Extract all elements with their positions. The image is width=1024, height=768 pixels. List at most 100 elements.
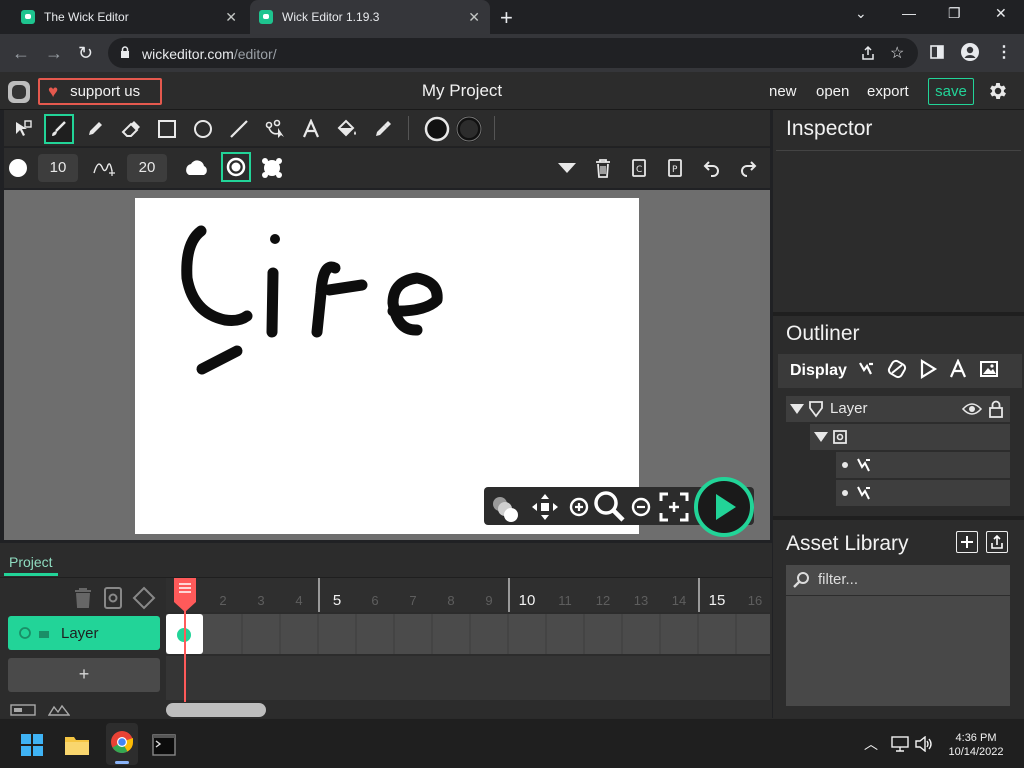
- eraser-tool-icon[interactable]: [116, 114, 146, 144]
- close-tab-icon[interactable]: ✕: [468, 9, 480, 26]
- settings-gear-icon[interactable]: [987, 80, 1009, 102]
- timeline-layer-row[interactable]: Layer: [8, 616, 160, 650]
- copy-icon[interactable]: C: [631, 158, 647, 178]
- file-explorer-icon[interactable]: [64, 734, 90, 756]
- brush-mode-active-button[interactable]: [221, 152, 251, 182]
- clip-filter-icon[interactable]: [887, 359, 907, 379]
- reload-icon[interactable]: ↻: [78, 43, 93, 64]
- profile-avatar-icon[interactable]: [960, 42, 980, 62]
- canvas-drawing-life[interactable]: [135, 198, 639, 534]
- zoom-out-icon[interactable]: [630, 496, 652, 518]
- brush-mode-cloud-icon[interactable]: [184, 157, 210, 179]
- brush-size-icon: [9, 159, 27, 177]
- layer-frames-track[interactable]: [166, 614, 770, 654]
- fit-to-screen-icon[interactable]: [658, 491, 690, 523]
- undo-icon[interactable]: [702, 158, 722, 178]
- svg-text:C: C: [636, 165, 642, 175]
- bookmark-star-icon[interactable]: ☆: [890, 43, 904, 63]
- project-title[interactable]: My Project: [362, 81, 562, 101]
- zoom-in-small-icon[interactable]: [568, 496, 590, 518]
- tab-search-icon[interactable]: ⌄: [855, 5, 867, 22]
- waveform-toggle-icon[interactable]: [48, 704, 70, 716]
- path-filter-icon[interactable]: [857, 360, 877, 380]
- pencil-tool-icon[interactable]: [80, 114, 110, 144]
- panel-divider: [773, 516, 1024, 520]
- project-canvas[interactable]: [135, 198, 639, 534]
- windows-start-icon[interactable]: [21, 734, 43, 756]
- brush-mode-burst-icon[interactable]: [260, 156, 284, 180]
- outliner-path-row[interactable]: [836, 480, 1010, 506]
- delete-layer-icon[interactable]: [74, 587, 92, 609]
- timeline-horizontal-scrollbar[interactable]: [166, 703, 266, 717]
- outliner-layer-row[interactable]: Layer: [786, 396, 1010, 422]
- terminal-icon[interactable]: [152, 734, 176, 756]
- back-icon[interactable]: ←: [12, 43, 30, 64]
- browser-tab-wick-editor[interactable]: The Wick Editor ✕: [12, 0, 247, 34]
- text-filter-icon[interactable]: [948, 359, 968, 379]
- dropdown-arrow-icon[interactable]: [557, 162, 577, 174]
- add-keyframe-icon[interactable]: [132, 586, 156, 610]
- minimize-icon[interactable]: —: [902, 5, 916, 21]
- fill-color-swatch-icon[interactable]: [422, 114, 452, 144]
- rectangle-tool-icon[interactable]: [152, 114, 182, 144]
- add-layer-button[interactable]: +: [8, 658, 160, 692]
- brush-tool-icon[interactable]: [44, 114, 74, 144]
- timeline-view-toggle-icon[interactable]: [10, 704, 36, 716]
- onion-skin-icon[interactable]: [490, 493, 520, 523]
- line-tool-icon[interactable]: [224, 114, 254, 144]
- chrome-taskbar-button[interactable]: [106, 723, 138, 765]
- add-tween-icon[interactable]: [104, 587, 122, 609]
- brush-smoothing-input[interactable]: 20: [127, 154, 167, 182]
- share-icon[interactable]: [860, 45, 876, 61]
- frame-number: 16: [747, 593, 763, 608]
- ellipse-tool-icon[interactable]: [188, 114, 218, 144]
- delete-trash-icon[interactable]: [595, 158, 611, 178]
- visibility-eye-icon[interactable]: [962, 402, 982, 416]
- cursor-tool-icon[interactable]: [8, 114, 38, 144]
- expand-arrow-icon[interactable]: [790, 404, 804, 414]
- layer-lock-icon[interactable]: [38, 628, 50, 638]
- forward-icon[interactable]: →: [45, 43, 63, 64]
- layer-visibility-icon[interactable]: [18, 627, 32, 639]
- browser-tab-wick-editor-version[interactable]: Wick Editor 1.19.3 ✕: [250, 0, 490, 34]
- url-omnibox[interactable]: wickeditor.com/editor/ ☆: [108, 38, 918, 68]
- outliner-path-row[interactable]: [836, 452, 1010, 478]
- save-button[interactable]: save: [928, 78, 974, 105]
- upload-asset-button[interactable]: [986, 531, 1008, 553]
- pan-move-icon[interactable]: [530, 492, 560, 522]
- support-us-button[interactable]: ♥ support us: [38, 78, 162, 105]
- zoom-magnifier-icon[interactable]: [592, 489, 626, 523]
- close-window-icon[interactable]: ✕: [995, 5, 1007, 22]
- eyedropper-tool-icon[interactable]: [368, 114, 398, 144]
- play-preview-button[interactable]: [694, 477, 754, 537]
- fill-bucket-tool-icon[interactable]: [332, 114, 362, 144]
- lock-layer-icon[interactable]: [988, 400, 1004, 418]
- path-cursor-tool-icon[interactable]: [260, 114, 290, 144]
- tray-chevron-icon[interactable]: ︿: [864, 734, 878, 754]
- import-asset-button[interactable]: [956, 531, 978, 553]
- browser-menu-icon[interactable]: ⋮: [996, 42, 1012, 62]
- asset-filter-input[interactable]: filter...: [786, 565, 1010, 595]
- open-button[interactable]: open: [816, 83, 849, 100]
- close-tab-icon[interactable]: ✕: [225, 9, 237, 26]
- outliner-frame-row[interactable]: [810, 424, 1010, 450]
- new-button[interactable]: new: [769, 83, 797, 100]
- redo-icon[interactable]: [738, 158, 758, 178]
- stroke-color-swatch-icon[interactable]: [454, 114, 484, 144]
- volume-icon[interactable]: [915, 736, 933, 752]
- wick-logo-icon[interactable]: [8, 81, 30, 103]
- system-clock[interactable]: 4:36 PM 10/14/2022: [946, 731, 1006, 759]
- side-panel-icon[interactable]: [930, 45, 944, 59]
- playhead-icon[interactable]: [172, 578, 198, 702]
- expand-arrow-icon[interactable]: [814, 432, 828, 442]
- restore-icon[interactable]: ❐: [948, 5, 961, 22]
- network-icon[interactable]: [891, 736, 909, 752]
- new-tab-icon[interactable]: +: [500, 5, 513, 31]
- export-button[interactable]: export: [867, 83, 909, 100]
- timeline-project-tab[interactable]: Project: [4, 551, 58, 576]
- button-filter-icon[interactable]: [918, 359, 938, 379]
- text-tool-icon[interactable]: [296, 114, 326, 144]
- paste-icon[interactable]: P: [667, 158, 683, 178]
- brush-size-input[interactable]: 10: [38, 154, 78, 182]
- image-filter-icon[interactable]: [979, 359, 999, 379]
